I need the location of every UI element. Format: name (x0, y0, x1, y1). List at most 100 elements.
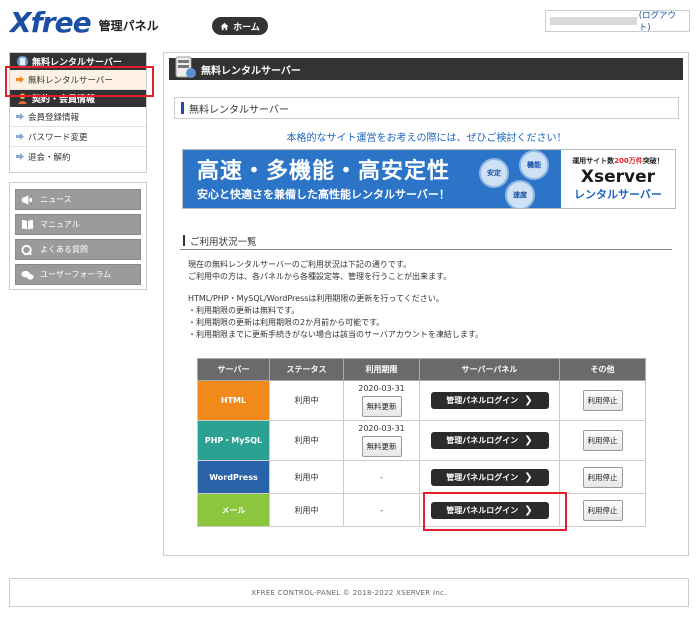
stop-button[interactable]: 利用停止 (582, 466, 623, 488)
expiry-cell: - (343, 493, 420, 527)
question-icon (21, 244, 32, 256)
main-header-title: 無料レンタルサーバー (201, 65, 301, 77)
highlight-box-sidebar (5, 66, 154, 97)
username-redacted (550, 17, 637, 25)
sidebar-item-label: 会員登録情報 (28, 112, 80, 123)
nav-news-label: ニュース (40, 195, 72, 204)
arrow-right-icon (16, 133, 24, 140)
section-title: 無料レンタルサーバー (174, 97, 679, 119)
banner-count: 200万件 (614, 157, 643, 165)
nav-faq[interactable]: よくある質問 (15, 239, 141, 260)
nav-news[interactable]: ニュース (15, 189, 141, 210)
table-row: HTML 利用中 2020-03-31 無料更新 管理パネルログイン ❯ 利用停止 (197, 380, 646, 421)
panel-cell: 管理パネルログイン ❯ (419, 460, 560, 494)
stop-button[interactable]: 利用停止 (582, 390, 623, 411)
megaphone-icon (21, 195, 33, 205)
banner-count-post: 突破！ (642, 157, 664, 165)
banner-brand-sub: レンタルサーバー (574, 188, 662, 201)
sidebar-item-password[interactable]: パスワード変更 (10, 127, 146, 147)
status-cell: 利用中 (269, 420, 344, 461)
desc-line: ご利用中の方は、各パネルから各種設定等、管理を行うことが出来ます。 (188, 272, 452, 281)
banner-brand: Xserver (580, 167, 656, 187)
main-header: 無料レンタルサーバー (169, 56, 683, 80)
home-button[interactable]: ホーム (212, 17, 268, 35)
other-cell: 利用停止 (559, 420, 646, 461)
renew-button[interactable]: 無料更新 (361, 436, 402, 457)
panel-cell: 管理パネルログイン ❯ (419, 420, 560, 461)
login-label: 管理パネルログイン (446, 396, 519, 405)
nav-forum[interactable]: ユーザーフォーラム (15, 264, 141, 285)
chevron-right-icon: ❯ (524, 395, 533, 406)
nav-manual-label: マニュアル (40, 220, 80, 229)
col-expiry: 利用期限 (343, 358, 420, 381)
badge-speed: 速度 (505, 180, 535, 208)
panel-login-button[interactable]: 管理パネルログイン ❯ (430, 392, 549, 409)
table-row: PHP・MySQL 利用中 2020-03-31 無料更新 管理パネルログイン ❯… (197, 420, 646, 461)
nav-manual[interactable]: マニュアル (15, 214, 141, 235)
desc-line: HTML/PHP・MySQL/WordPressは利用期限の更新を行ってください… (188, 294, 444, 303)
desc-line: 現在の無料レンタルサーバーのご利用状況は下記の通りです。 (188, 260, 412, 269)
arrow-right-icon (16, 113, 24, 120)
server-name: HTML (197, 380, 270, 421)
expiry-cell: 2020-03-31 無料更新 (343, 420, 420, 461)
stop-button[interactable]: 利用停止 (582, 430, 623, 451)
chat-bubbles-icon (21, 270, 34, 280)
xserver-banner[interactable]: 高速・多機能・高安定性 安心と快適さを兼備した高性能レンタルサーバー！ 安定 機… (182, 149, 676, 209)
home-icon (220, 22, 229, 30)
login-label: 管理パネルログイン (446, 472, 519, 482)
col-status: ステータス (269, 358, 344, 381)
chevron-right-icon: ❯ (524, 471, 533, 483)
status-cell: 利用中 (269, 493, 344, 527)
panel-login-button[interactable]: 管理パネルログイン ❯ (430, 432, 549, 449)
user-box: (ログアウト) (545, 9, 690, 33)
footer: XFREE CONTROL-PANEL © 2018-2022 XSERVER … (9, 578, 689, 607)
banner-right: 運用サイト数200万件突破！ Xserver レンタルサーバー (561, 150, 675, 208)
server-name: WordPress (197, 460, 270, 494)
badge-stability: 安定 (479, 158, 509, 188)
col-panel: サーバーパネル (419, 358, 560, 381)
expiry-date: 2020-03-31 (358, 424, 405, 433)
other-cell: 利用停止 (559, 380, 646, 421)
status-cell: 利用中 (269, 380, 344, 421)
col-other: その他 (559, 358, 646, 381)
sidebar-item-member-info[interactable]: 会員登録情報 (10, 107, 146, 127)
sidebar-item-label: パスワード変更 (28, 132, 88, 143)
server-table: サーバー ステータス 利用期限 サーバーパネル その他 HTML 利用中 202… (197, 358, 646, 527)
panel-cell: 管理パネルログイン ❯ (419, 380, 560, 421)
other-cell: 利用停止 (559, 493, 646, 527)
desc-line: ・利用期限の更新は無料です。 (188, 306, 300, 315)
book-icon (21, 220, 34, 230)
stop-button[interactable]: 利用停止 (582, 499, 623, 521)
table-row: WordPress 利用中 - 管理パネルログイン ❯ 利用停止 (197, 460, 646, 494)
logo-text: Xfree (10, 6, 92, 39)
desc-line: ・利用期限の更新は利用期限の2か月前から可能です。 (188, 318, 385, 327)
renew-button[interactable]: 無料更新 (361, 396, 402, 417)
logo[interactable]: Xfree 管理パネル (10, 8, 159, 38)
promo-text: 本格的なサイト運営をお考えの際には、ぜひご検討ください！ (286, 133, 567, 144)
arrow-right-icon (16, 153, 24, 160)
nav-faq-label: よくある質問 (40, 245, 88, 254)
col-server: サーバー (197, 358, 270, 381)
sidebar-item-label: 退会・解約 (28, 153, 71, 163)
sidebar-item-withdraw[interactable]: 退会・解約 (10, 147, 146, 167)
server-name: PHP・MySQL (197, 420, 270, 461)
logout-link[interactable]: (ログアウト) (639, 9, 685, 33)
banner-left: 高速・多機能・高安定性 安心と快適さを兼備した高性能レンタルサーバー！ 安定 機… (183, 150, 561, 208)
panel-login-button[interactable]: 管理パネルログイン ❯ (430, 468, 549, 486)
banner-count-pre: 運用サイト数 (572, 157, 615, 165)
sidebar-nav: ニュース マニュアル よくある質問 ユーザーフォーラム (9, 182, 147, 290)
nav-forum-label: ユーザーフォーラム (40, 270, 112, 279)
other-cell: 利用停止 (559, 460, 646, 494)
expiry-date: 2020-03-31 (358, 384, 405, 393)
status-cell: 利用中 (269, 460, 344, 494)
expiry-cell: 2020-03-31 無料更新 (343, 380, 420, 421)
panel-title: 管理パネル (98, 19, 159, 33)
table-row: メール 利用中 - 管理パネルログイン ❯ 利用停止 (197, 493, 646, 527)
home-label: ホーム (233, 22, 260, 33)
main-panel: 無料レンタルサーバー 無料レンタルサーバー 本格的なサイト運営をお考えの際には、… (163, 52, 689, 556)
usage-title: ご利用状況一覧 (180, 232, 672, 250)
badge-features: 機能 (519, 150, 549, 180)
table-header-row: サーバー ステータス 利用期限 サーバーパネル その他 (197, 358, 646, 381)
desc-line: ・利用期限までに更新手続きがない場合は該当のサーバアカウントを凍結します。 (188, 330, 484, 339)
server-name: メール (197, 493, 270, 527)
